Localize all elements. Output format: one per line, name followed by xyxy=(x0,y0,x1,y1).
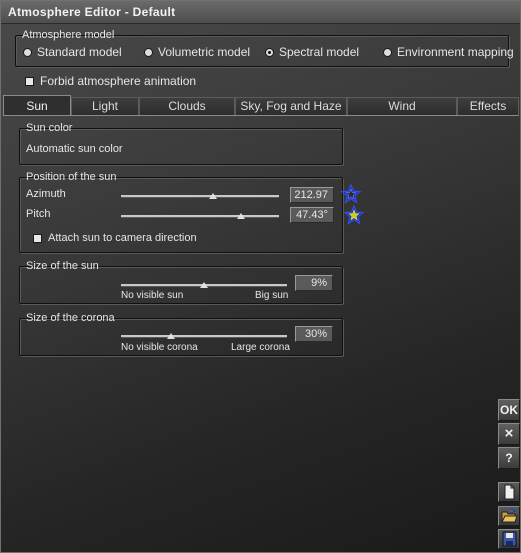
radio-label: Volumetric model xyxy=(158,45,251,59)
sun-color-value[interactable]: Automatic sun color xyxy=(26,143,123,155)
tab-light[interactable]: Light xyxy=(71,97,139,115)
azimuth-label: Azimuth xyxy=(26,188,66,200)
radio-label: Spectral model xyxy=(279,45,360,59)
save-disk-icon xyxy=(502,531,517,547)
attach-sun-checkbox-row[interactable]: Attach sun to camera direction xyxy=(33,232,197,244)
radio-label: Standard model xyxy=(37,45,122,59)
sun-color-group: Sun color Automatic sun color xyxy=(19,122,343,165)
radio-standard-model[interactable]: Standard model xyxy=(23,45,122,59)
radio-label: Environment mapping xyxy=(397,45,514,59)
radio-spectral-model[interactable]: Spectral model xyxy=(265,45,359,59)
forbid-animation-checkbox-row[interactable]: Forbid atmosphere animation xyxy=(25,74,196,88)
save-button[interactable] xyxy=(498,529,520,549)
sun-size-value-field[interactable]: 9% xyxy=(295,275,333,291)
star-icon[interactable] xyxy=(344,205,364,225)
new-file-icon xyxy=(504,484,515,500)
pitch-slider-thumb[interactable] xyxy=(237,213,245,219)
tab-sky-fog-haze[interactable]: Sky, Fog and Haze xyxy=(235,97,347,115)
azimuth-slider-thumb[interactable] xyxy=(209,193,217,199)
tab-clouds[interactable]: Clouds xyxy=(139,97,235,115)
sun-size-slider-thumb[interactable] xyxy=(200,282,208,288)
radio-button[interactable] xyxy=(265,47,274,57)
radio-button[interactable] xyxy=(383,47,392,57)
attach-sun-checkbox[interactable] xyxy=(33,233,42,243)
tab-bar: Sun Light Clouds Sky, Fog and Haze Wind … xyxy=(3,95,519,116)
azimuth-value-field[interactable]: 212.97 xyxy=(290,187,334,203)
sun-size-title: Size of the sun xyxy=(26,260,99,272)
open-folder-icon xyxy=(501,508,518,523)
sun-position-title: Position of the sun xyxy=(26,171,117,183)
attach-sun-label: Attach sun to camera direction xyxy=(48,232,197,244)
pitch-label: Pitch xyxy=(26,208,51,220)
corona-size-slider-thumb[interactable] xyxy=(167,333,175,339)
tab-effects[interactable]: Effects xyxy=(457,97,519,115)
atmosphere-model-title: Atmosphere model xyxy=(22,29,115,41)
corona-size-max-label: Large corona xyxy=(231,342,290,353)
sun-size-max-label: Big sun xyxy=(255,290,289,301)
forbid-animation-checkbox[interactable] xyxy=(25,76,34,86)
radio-button[interactable] xyxy=(144,47,153,57)
radio-volumetric-model[interactable]: Volumetric model xyxy=(144,45,250,59)
sun-size-min-label: No visible sun xyxy=(121,290,184,301)
radio-button[interactable] xyxy=(23,47,32,57)
close-button[interactable]: × xyxy=(498,423,520,445)
forbid-animation-label: Forbid atmosphere animation xyxy=(40,74,197,88)
corona-size-value-field[interactable]: 30% xyxy=(295,326,333,342)
new-file-button[interactable] xyxy=(498,482,520,502)
corona-size-slider[interactable] xyxy=(121,335,287,338)
sun-color-title: Sun color xyxy=(26,122,73,134)
window-title: Atmosphere Editor - Default xyxy=(8,5,176,19)
title-bar[interactable]: Atmosphere Editor - Default xyxy=(1,1,520,24)
radio-environment-mapping[interactable]: Environment mapping xyxy=(383,45,514,59)
atmosphere-editor-window: Atmosphere Editor - Default Atmosphere m… xyxy=(0,0,521,553)
pitch-value-field[interactable]: 47.43° xyxy=(290,207,334,223)
tab-sun[interactable]: Sun xyxy=(3,95,71,116)
star-icon[interactable] xyxy=(341,184,361,204)
ok-button[interactable]: OK xyxy=(498,399,520,421)
tab-wind[interactable]: Wind xyxy=(347,97,457,115)
corona-size-title: Size of the corona xyxy=(26,312,115,324)
pitch-slider[interactable] xyxy=(121,215,279,218)
corona-size-min-label: No visible corona xyxy=(121,342,198,353)
open-button[interactable] xyxy=(498,506,520,526)
azimuth-slider[interactable] xyxy=(121,195,279,198)
help-button[interactable]: ? xyxy=(498,447,520,469)
